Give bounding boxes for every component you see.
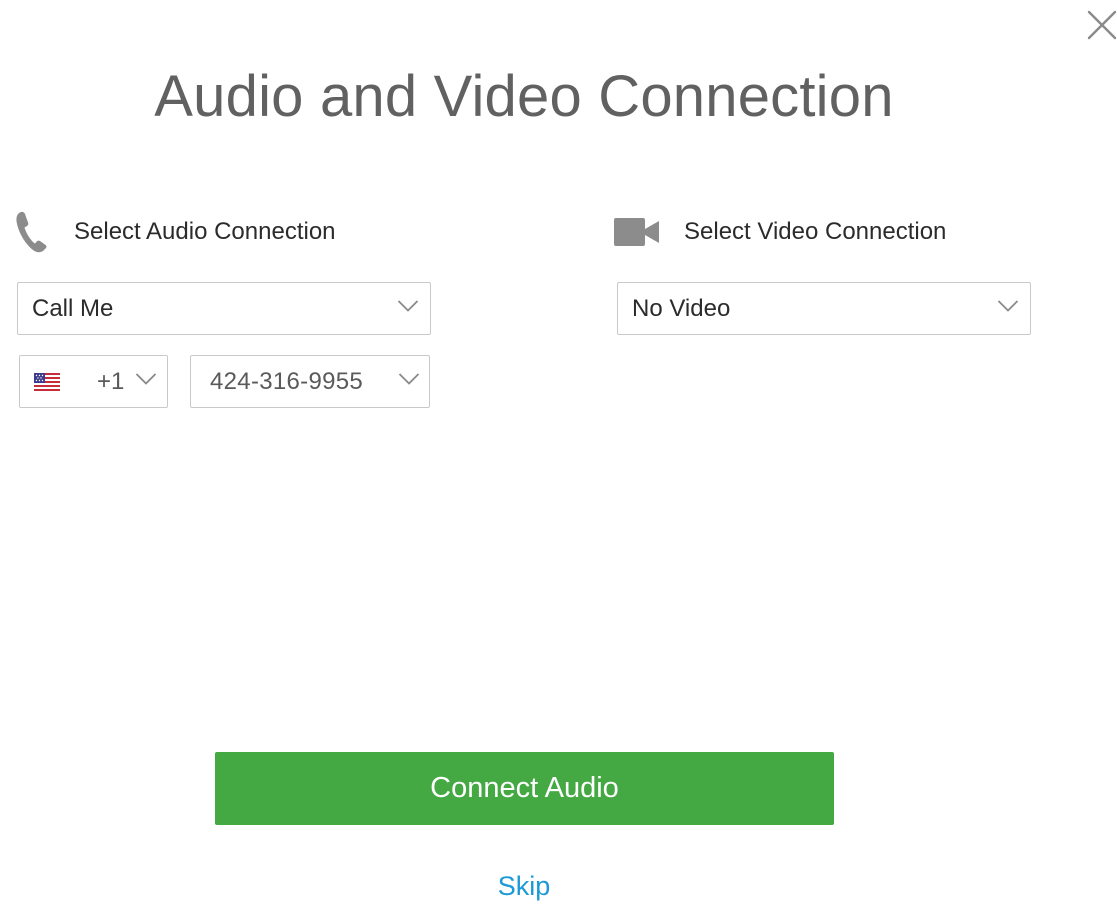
video-connection-value: No Video	[632, 294, 731, 322]
audio-video-connection-dialog: Audio and Video Connection Select Audio …	[0, 0, 1117, 904]
chevron-down-icon	[135, 372, 157, 386]
audio-connection-select[interactable]: Call Me	[17, 282, 431, 335]
country-code-value: +1	[97, 367, 125, 395]
video-connection-select[interactable]: No Video	[617, 282, 1031, 335]
video-section-header: Select Video Connection	[614, 210, 946, 254]
country-code-select[interactable]: +1	[19, 355, 168, 408]
audio-section-header: Select Audio Connection	[14, 210, 336, 254]
close-icon	[1087, 10, 1117, 40]
dialog-title: Audio and Video Connection	[154, 64, 894, 129]
chevron-down-icon	[997, 299, 1019, 313]
video-camera-icon	[614, 218, 660, 246]
audio-connection-value: Call Me	[32, 294, 114, 322]
close-button[interactable]	[1086, 8, 1117, 42]
chevron-down-icon	[397, 299, 419, 313]
connect-audio-button[interactable]: Connect Audio	[215, 752, 834, 825]
phone-icon	[14, 210, 48, 254]
chevron-down-icon	[398, 372, 420, 386]
us-flag-icon	[34, 372, 60, 391]
phone-number-value: 424-316-9955	[210, 367, 364, 395]
skip-link[interactable]: Skip	[0, 868, 1048, 904]
phone-number-select[interactable]: 424-316-9955	[190, 355, 430, 408]
audio-section-label: Select Audio Connection	[74, 218, 336, 245]
video-section-label: Select Video Connection	[684, 218, 947, 245]
